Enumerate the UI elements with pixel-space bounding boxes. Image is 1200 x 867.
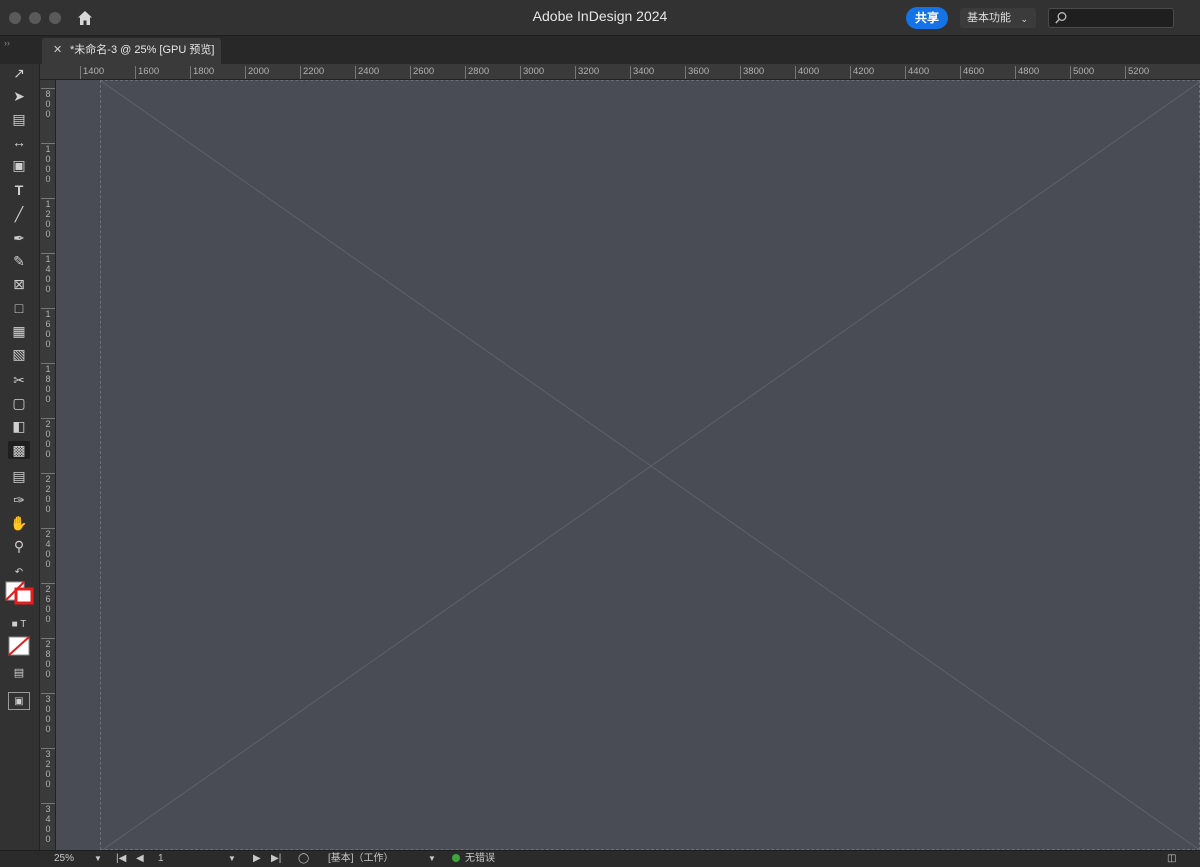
ruler-tick: 1400 <box>80 66 104 79</box>
note-tool-icon[interactable]: ▤ <box>8 467 30 485</box>
search-icon <box>1055 12 1067 24</box>
image-placeholder-icon <box>101 81 1200 850</box>
status-bar: 25% ▼ |◀ ◀ 1 ▼ ▶ ▶| ◯ [基本]（工作） ▼ 无错误 ◫ <box>0 850 1200 867</box>
ruler-tick: 4600 <box>960 66 984 79</box>
gap-tool-icon[interactable]: ↔ <box>8 133 30 151</box>
title-bar: Adobe InDesign 2024 共享 基本功能 ⌄ <box>0 0 1200 36</box>
fill-stroke-swatch-icon[interactable] <box>5 581 35 605</box>
zoom-dropdown-icon[interactable]: ▼ <box>94 851 102 867</box>
ruler-tick: 2600 <box>41 583 55 624</box>
ruler-tick: 2000 <box>245 66 269 79</box>
ruler-tick: 3600 <box>685 66 709 79</box>
preflight-status[interactable]: 无错误 <box>452 851 495 867</box>
ruler-tick: 3000 <box>520 66 544 79</box>
swap-fill-stroke-icon[interactable]: ↶ <box>8 564 30 582</box>
ruler-tick: 2600 <box>410 66 434 79</box>
ruler-tick: 3200 <box>575 66 599 79</box>
ruler-tick: 3200 <box>41 748 55 789</box>
hand-tool-icon[interactable]: ✋ <box>8 514 30 532</box>
style-dropdown-icon[interactable]: ▼ <box>428 851 436 867</box>
page-tool-icon[interactable]: ▤ <box>8 110 30 128</box>
ruler-tick: 1400 <box>41 253 55 294</box>
open-page-icon[interactable]: ◯ <box>298 851 309 867</box>
ruler-tick: 3400 <box>630 66 654 79</box>
formatting-container-icon[interactable]: ■ T <box>8 616 30 634</box>
horizontal-grid-tool-icon[interactable]: ▦ <box>8 322 30 340</box>
tools-panel: ↗ ➤ ▤ ↔ ▣ T ╱ ✒ ✎ ⊠ □ ▦ ▧ ✂ ▢ ◧ ▩ ▤ ✑ ✋ … <box>0 64 40 850</box>
ruler-tick: 3800 <box>740 66 764 79</box>
first-page-icon[interactable]: |◀ <box>116 851 126 867</box>
gradient-feather-tool-icon[interactable]: ▩ <box>8 441 30 459</box>
share-button[interactable]: 共享 <box>906 7 948 29</box>
ruler-tick: 2000 <box>41 418 55 459</box>
panel-collapse-icon[interactable]: ›› <box>4 38 10 48</box>
panel-toggle-icon[interactable]: ◫ <box>1167 851 1176 867</box>
chevron-down-icon: ⌄ <box>1020 14 1028 24</box>
ruler-tick: 1200 <box>41 198 55 239</box>
selection-tool-icon[interactable]: ↗ <box>8 64 30 82</box>
pen-tool-icon[interactable]: ✒ <box>8 229 30 247</box>
document-tab[interactable]: ✕ *未命名-3 @ 25% [GPU 预览] <box>42 38 221 64</box>
content-collector-icon[interactable]: ▣ <box>8 156 30 174</box>
horizontal-ruler[interactable]: 1400 1600 1800 2000 2200 2400 2600 2800 3000 3200… <box>40 64 1200 80</box>
workspace-switcher[interactable]: 基本功能 ⌄ <box>960 8 1036 28</box>
ruler-tick: 2400 <box>355 66 379 79</box>
zoom-level[interactable]: 25% <box>54 851 74 867</box>
placed-image-frame[interactable] <box>100 80 1200 850</box>
previous-page-icon[interactable]: ◀ <box>136 851 144 867</box>
ruler-tick: 4400 <box>905 66 929 79</box>
ruler-tick: 1800 <box>41 363 55 404</box>
document-canvas[interactable] <box>56 80 1200 850</box>
ruler-tick: 4000 <box>795 66 819 79</box>
style-selector[interactable]: [基本]（工作） <box>328 851 394 867</box>
screen-mode-icon[interactable]: ▣ <box>8 692 30 710</box>
document-tab-label: *未命名-3 @ 25% [GPU 预览] <box>70 44 215 56</box>
preflight-ok-icon <box>452 854 460 862</box>
page-dropdown-icon[interactable]: ▼ <box>228 851 236 867</box>
ruler-tick: 2200 <box>300 66 324 79</box>
preflight-label: 无错误 <box>465 853 495 864</box>
apply-none-icon[interactable] <box>8 636 30 656</box>
free-transform-tool-icon[interactable]: ▢ <box>8 394 30 412</box>
zoom-tool-icon[interactable]: ⚲ <box>8 537 30 555</box>
line-tool-icon[interactable]: ╱ <box>8 205 30 223</box>
workspace-label: 基本功能 <box>967 12 1011 24</box>
ruler-tick: 1600 <box>41 308 55 349</box>
ruler-tick: 800 <box>41 88 55 119</box>
close-tab-icon[interactable]: ✕ <box>53 38 62 62</box>
type-tool-icon[interactable]: T <box>8 181 30 199</box>
vertical-ruler[interactable]: 800 1000 1200 1400 1600 1800 2000 2200 2400 2600 2… <box>40 80 56 850</box>
ruler-tick: 1800 <box>190 66 214 79</box>
ruler-tick: 1600 <box>135 66 159 79</box>
next-page-icon[interactable]: ▶ <box>253 851 261 867</box>
ruler-tick: 2800 <box>465 66 489 79</box>
vertical-grid-tool-icon[interactable]: ▧ <box>8 345 30 363</box>
page-number-field[interactable]: 1 <box>158 851 164 867</box>
ruler-tick: 1000 <box>41 143 55 184</box>
view-mode-icon[interactable]: ▤ <box>8 664 30 682</box>
rectangle-frame-tool-icon[interactable]: ⊠ <box>8 275 30 293</box>
ruler-tick: 2800 <box>41 638 55 679</box>
last-page-icon[interactable]: ▶| <box>271 851 281 867</box>
ruler-tick: 4200 <box>850 66 874 79</box>
search-input[interactable] <box>1048 8 1174 28</box>
pencil-tool-icon[interactable]: ✎ <box>8 252 30 270</box>
ruler-tick: 2400 <box>41 528 55 569</box>
rectangle-tool-icon[interactable]: □ <box>8 299 30 317</box>
scissors-tool-icon[interactable]: ✂ <box>8 371 30 389</box>
ruler-tick: 3400 <box>41 803 55 844</box>
ruler-tick: 3000 <box>41 693 55 734</box>
ruler-tick: 5000 <box>1070 66 1094 79</box>
eyedropper-tool-icon[interactable]: ✑ <box>8 491 30 509</box>
ruler-tick: 2200 <box>41 473 55 514</box>
ruler-tick: 4800 <box>1015 66 1039 79</box>
direct-selection-tool-icon[interactable]: ➤ <box>8 87 30 105</box>
ruler-tick: 5200 <box>1125 66 1149 79</box>
gradient-swatch-tool-icon[interactable]: ◧ <box>8 417 30 435</box>
